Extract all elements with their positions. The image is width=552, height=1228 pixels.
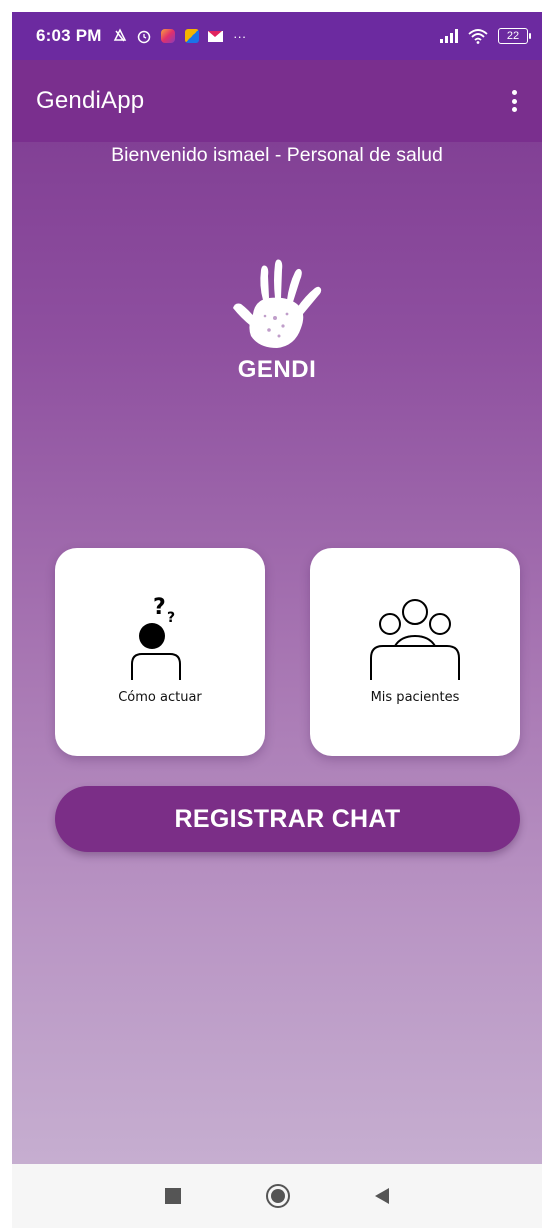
group-people-icon bbox=[370, 599, 460, 680]
google-photos-icon bbox=[184, 28, 200, 44]
alarm-clock-icon bbox=[136, 28, 152, 44]
app-bar: GendiApp bbox=[12, 60, 542, 142]
navigation-bar bbox=[12, 1164, 542, 1228]
more-dots-icon: ··· bbox=[233, 28, 247, 44]
system-icons: 22 bbox=[440, 28, 531, 44]
mis-pacientes-label: Mis pacientes bbox=[370, 690, 460, 705]
overflow-menu-icon[interactable] bbox=[502, 87, 526, 115]
svg-text:?: ? bbox=[153, 595, 166, 620]
home-circle-icon[interactable] bbox=[265, 1184, 290, 1208]
gmail-icon bbox=[208, 28, 224, 44]
mis-pacientes-card[interactable]: Mis pacientes bbox=[310, 548, 520, 756]
hand-print-icon bbox=[233, 259, 322, 348]
person-question-icon: ? ? bbox=[131, 595, 181, 680]
instagram-icon bbox=[160, 28, 176, 44]
status-time: 6:03 PM bbox=[36, 26, 102, 45]
wifi-icon bbox=[468, 28, 488, 44]
logo-text: GENDI bbox=[237, 356, 317, 383]
gendi-logo: GENDI bbox=[12, 256, 542, 384]
notification-icons: ··· bbox=[112, 28, 248, 44]
welcome-text: Bienvenido ismael - Personal de salud bbox=[111, 144, 443, 166]
app-title: GendiApp bbox=[36, 87, 145, 114]
svg-text:?: ? bbox=[167, 610, 175, 626]
app-screen: GendiApp Bienvenido ismael - Personal de… bbox=[12, 60, 542, 1164]
alarm-off-icon bbox=[112, 28, 128, 44]
signal-icon bbox=[440, 29, 458, 43]
battery-icon: 22 bbox=[498, 28, 531, 44]
status-bar: 6:03 PM ··· 22 bbox=[12, 12, 542, 60]
registrar-chat-button[interactable]: REGISTRAR CHAT bbox=[55, 786, 520, 852]
como-actuar-card[interactable]: ? ? Cómo actuar bbox=[55, 548, 265, 756]
como-actuar-label: Cómo actuar bbox=[118, 690, 202, 705]
phone-screen: 6:03 PM ··· 22 GendiApp Bienvenido ismae… bbox=[0, 0, 552, 1228]
back-triangle-icon[interactable] bbox=[375, 1188, 390, 1204]
recents-square-icon[interactable] bbox=[164, 1188, 181, 1204]
